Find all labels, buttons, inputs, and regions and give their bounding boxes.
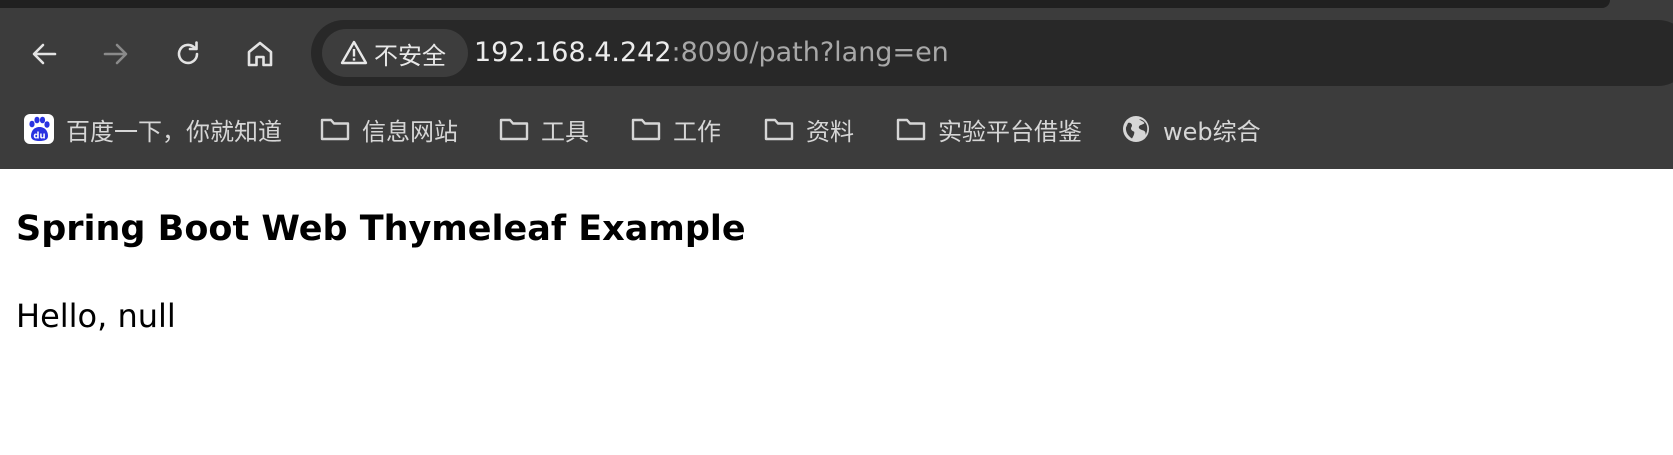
bookmark-label: 实验平台借鉴 — [938, 117, 1082, 146]
bookmark-folder-work[interactable]: 工作 — [629, 104, 721, 154]
folder-icon — [629, 112, 663, 146]
security-indicator[interactable]: 不安全 — [322, 29, 468, 77]
url-text[interactable]: 192.168.4.242:8090/path?lang=en — [474, 20, 949, 86]
page-title: Spring Boot Web Thymeleaf Example — [16, 209, 746, 249]
baidu-icon: du — [22, 112, 56, 146]
arrow-right-icon — [103, 43, 128, 65]
bookmarks-bar: du 百度一下，你就知道 信息网站 工具 工作 资料 实验平台借鉴 web综合 — [0, 104, 1673, 154]
url-path: :8090/path?lang=en — [671, 37, 949, 68]
bookmark-folder-lab-platform[interactable]: 实验平台借鉴 — [894, 104, 1082, 154]
bookmark-folder-tools[interactable]: 工具 — [497, 104, 589, 154]
bookmark-folder-materials[interactable]: 资料 — [762, 104, 854, 154]
page-content: Spring Boot Web Thymeleaf Example Hello,… — [0, 169, 1673, 455]
bookmark-web-general[interactable]: web综合 — [1119, 104, 1261, 154]
bookmark-label: 百度一下，你就知道 — [66, 117, 282, 146]
folder-icon — [318, 112, 352, 146]
folder-icon — [497, 112, 531, 146]
svg-text:du: du — [33, 132, 45, 142]
home-icon — [247, 41, 273, 67]
bookmark-label: 信息网站 — [362, 117, 458, 146]
reload-icon — [177, 41, 199, 65]
bookmark-folder-info-sites[interactable]: 信息网站 — [318, 104, 458, 154]
reload-button[interactable] — [168, 34, 208, 74]
tab-strip — [0, 0, 1673, 12]
back-button[interactable] — [24, 34, 64, 74]
forward-button[interactable] — [96, 34, 136, 74]
arrow-left-icon — [32, 43, 57, 65]
warning-icon — [340, 39, 368, 67]
bookmark-label: 工作 — [673, 117, 721, 146]
bookmark-label: 工具 — [541, 117, 589, 146]
globe-icon — [1119, 112, 1153, 146]
bookmark-label: 资料 — [806, 117, 854, 146]
security-label: 不安全 — [374, 41, 446, 70]
home-button[interactable] — [240, 34, 280, 74]
browser-chrome: 不安全 192.168.4.242:8090/path?lang=en du 百… — [0, 0, 1673, 169]
bookmark-label: web综合 — [1163, 117, 1261, 146]
tab-strip-edge — [0, 0, 1610, 8]
url-host: 192.168.4.242 — [474, 37, 672, 68]
greeting-text: Hello, null — [16, 297, 176, 335]
bookmark-baidu[interactable]: du 百度一下，你就知道 — [22, 104, 282, 154]
folder-icon — [894, 112, 928, 146]
address-bar[interactable]: 不安全 192.168.4.242:8090/path?lang=en — [311, 20, 1673, 86]
folder-icon — [762, 112, 796, 146]
browser-toolbar: 不安全 192.168.4.242:8090/path?lang=en — [0, 12, 1673, 94]
